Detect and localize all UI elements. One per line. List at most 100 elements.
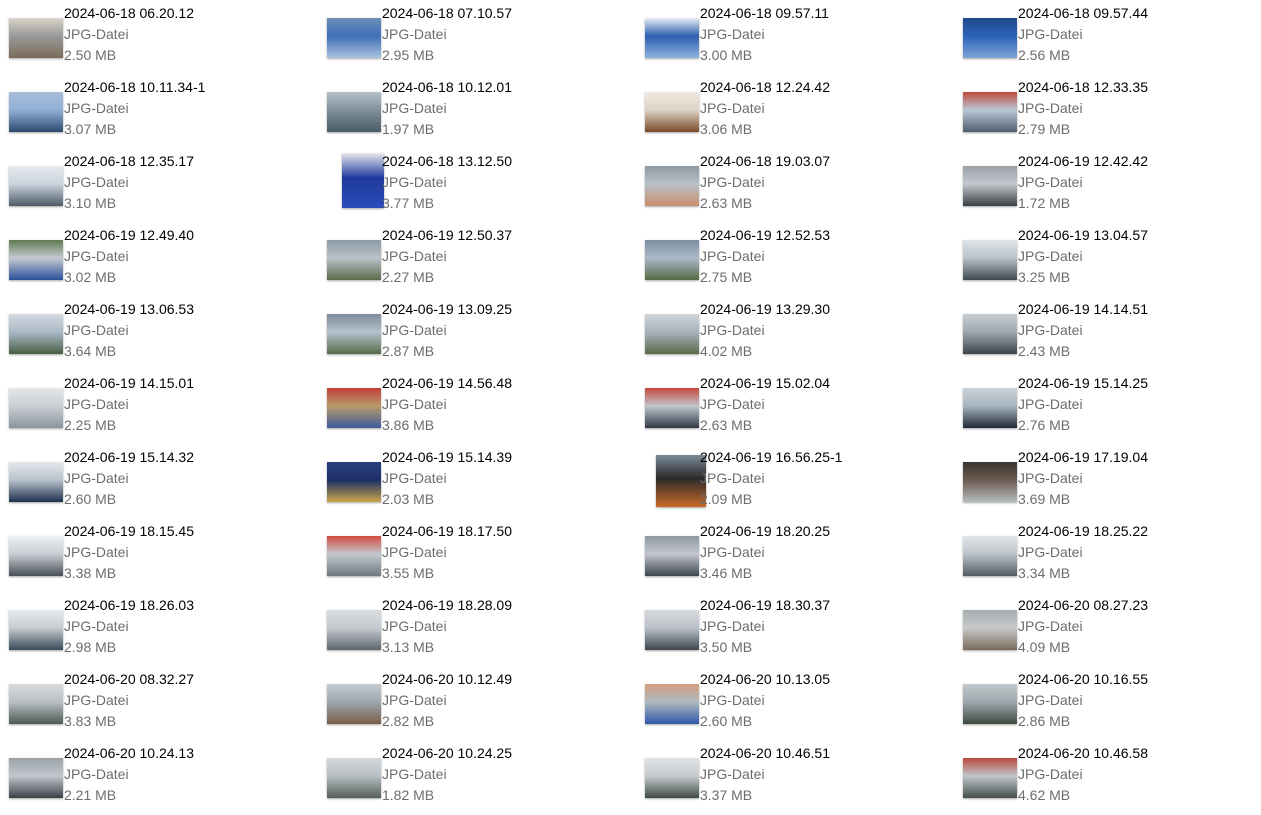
file-size: 4.09 MB bbox=[1018, 639, 1071, 655]
file-item[interactable]: 2024-06-19 18.25.22 JPG-Datei 3.34 MB bbox=[954, 523, 1254, 593]
file-item[interactable]: 2024-06-19 17.19.04 JPG-Datei 3.69 MB bbox=[954, 449, 1254, 519]
file-item[interactable]: 2024-06-19 12.50.37 JPG-Datei 2.27 MB bbox=[318, 227, 618, 297]
file-item[interactable]: 2024-06-19 18.28.09 JPG-Datei 3.13 MB bbox=[318, 597, 618, 667]
file-thumbnail bbox=[327, 388, 381, 428]
file-name: 2024-06-19 15.14.32 bbox=[64, 449, 194, 465]
file-item[interactable]: 2024-06-19 12.42.42 JPG-Datei 1.72 MB bbox=[954, 153, 1254, 223]
file-item[interactable]: 2024-06-19 15.14.39 JPG-Datei 2.03 MB bbox=[318, 449, 618, 519]
file-item[interactable]: 2024-06-19 14.56.48 JPG-Datei 3.86 MB bbox=[318, 375, 618, 445]
file-item[interactable]: 2024-06-18 07.10.57 JPG-Datei 2.95 MB bbox=[318, 5, 618, 75]
file-name: 2024-06-19 18.17.50 bbox=[382, 523, 512, 539]
file-type: JPG-Datei bbox=[700, 692, 765, 708]
file-type: JPG-Datei bbox=[1018, 26, 1083, 42]
file-thumbnail bbox=[327, 758, 381, 798]
file-size: 2.98 MB bbox=[64, 639, 117, 655]
file-item[interactable]: 2024-06-19 18.17.50 JPG-Datei 3.55 MB bbox=[318, 523, 618, 593]
file-item[interactable]: 2024-06-19 12.52.53 JPG-Datei 2.75 MB bbox=[636, 227, 936, 297]
file-name: 2024-06-18 10.12.01 bbox=[382, 79, 512, 95]
file-item[interactable]: 2024-06-18 12.35.17 JPG-Datei 3.10 MB bbox=[0, 153, 300, 223]
file-item[interactable]: 2024-06-19 13.06.53 JPG-Datei 3.64 MB bbox=[0, 301, 300, 371]
file-size: 2.60 MB bbox=[700, 713, 753, 729]
file-item[interactable]: 2024-06-18 09.57.44 JPG-Datei 2.56 MB bbox=[954, 5, 1254, 75]
file-meta: 2024-06-18 06.20.12 JPG-Datei 2.50 MB bbox=[64, 5, 194, 63]
file-type: JPG-Datei bbox=[700, 248, 765, 264]
file-item[interactable]: 2024-06-18 12.24.42 JPG-Datei 3.06 MB bbox=[636, 79, 936, 149]
file-item[interactable]: 2024-06-18 12.33.35 JPG-Datei 2.79 MB bbox=[954, 79, 1254, 149]
file-item[interactable]: 2024-06-20 10.16.55 JPG-Datei 2.86 MB bbox=[954, 671, 1254, 741]
file-type: JPG-Datei bbox=[1018, 322, 1083, 338]
file-type: JPG-Datei bbox=[382, 470, 447, 486]
file-item[interactable]: 2024-06-19 14.14.51 JPG-Datei 2.43 MB bbox=[954, 301, 1254, 371]
file-thumbnail bbox=[9, 166, 63, 206]
file-item[interactable]: 2024-06-18 09.57.11 JPG-Datei 3.00 MB bbox=[636, 5, 936, 75]
file-item[interactable]: 2024-06-19 13.04.57 JPG-Datei 3.25 MB bbox=[954, 227, 1254, 297]
file-type: JPG-Datei bbox=[382, 26, 447, 42]
file-name: 2024-06-20 10.46.58 bbox=[1018, 745, 1148, 761]
file-size: 4.02 MB bbox=[700, 343, 753, 359]
file-item[interactable]: 2024-06-19 15.14.32 JPG-Datei 2.60 MB bbox=[0, 449, 300, 519]
file-size: 3.00 MB bbox=[700, 47, 753, 63]
file-item[interactable]: 2024-06-19 18.30.37 JPG-Datei 3.50 MB bbox=[636, 597, 936, 667]
file-meta: 2024-06-20 08.32.27 JPG-Datei 3.83 MB bbox=[64, 671, 194, 729]
file-thumbnail bbox=[9, 314, 63, 354]
file-thumbnail bbox=[963, 240, 1017, 280]
file-item[interactable]: 2024-06-19 12.49.40 JPG-Datei 3.02 MB bbox=[0, 227, 300, 297]
file-type: JPG-Datei bbox=[64, 396, 129, 412]
file-item[interactable]: 2024-06-19 14.15.01 JPG-Datei 2.25 MB bbox=[0, 375, 300, 445]
file-item[interactable]: 2024-06-18 10.11.34-1 JPG-Datei 3.07 MB bbox=[0, 79, 300, 149]
file-item[interactable]: 2024-06-18 06.20.12 JPG-Datei 2.50 MB bbox=[0, 5, 300, 75]
file-size: 3.25 MB bbox=[1018, 269, 1071, 285]
file-item[interactable]: 2024-06-19 16.56.25-1 JPG-Datei 2.09 MB bbox=[636, 449, 936, 519]
file-item[interactable]: 2024-06-20 08.32.27 JPG-Datei 3.83 MB bbox=[0, 671, 300, 741]
file-size: 3.50 MB bbox=[700, 639, 753, 655]
file-item[interactable]: 2024-06-20 08.27.23 JPG-Datei 4.09 MB bbox=[954, 597, 1254, 667]
file-thumbnail bbox=[645, 758, 699, 798]
file-type: JPG-Datei bbox=[382, 692, 447, 708]
file-size: 3.46 MB bbox=[700, 565, 753, 581]
file-item[interactable]: 2024-06-20 10.24.25 JPG-Datei 1.82 MB bbox=[318, 745, 618, 815]
file-thumbnail bbox=[645, 536, 699, 576]
file-name: 2024-06-20 10.12.49 bbox=[382, 671, 512, 687]
file-item[interactable]: 2024-06-19 15.14.25 JPG-Datei 2.76 MB bbox=[954, 375, 1254, 445]
file-item[interactable]: 2024-06-19 15.02.04 JPG-Datei 2.63 MB bbox=[636, 375, 936, 445]
file-name: 2024-06-19 13.06.53 bbox=[64, 301, 194, 317]
file-item[interactable]: 2024-06-20 10.12.49 JPG-Datei 2.82 MB bbox=[318, 671, 618, 741]
file-item[interactable]: 2024-06-20 10.46.51 JPG-Datei 3.37 MB bbox=[636, 745, 936, 815]
file-item[interactable]: 2024-06-20 10.24.13 JPG-Datei 2.21 MB bbox=[0, 745, 300, 815]
file-name: 2024-06-19 18.20.25 bbox=[700, 523, 830, 539]
file-name: 2024-06-19 18.28.09 bbox=[382, 597, 512, 613]
file-type: JPG-Datei bbox=[382, 100, 447, 116]
file-size: 2.63 MB bbox=[700, 195, 753, 211]
file-meta: 2024-06-19 13.04.57 JPG-Datei 3.25 MB bbox=[1018, 227, 1148, 285]
file-size: 3.34 MB bbox=[1018, 565, 1071, 581]
file-meta: 2024-06-19 18.15.45 JPG-Datei 3.38 MB bbox=[64, 523, 194, 581]
file-thumbnail bbox=[963, 388, 1017, 428]
file-item[interactable]: 2024-06-19 18.26.03 JPG-Datei 2.98 MB bbox=[0, 597, 300, 667]
file-type: JPG-Datei bbox=[700, 544, 765, 560]
file-item[interactable]: 2024-06-18 13.12.50 JPG-Datei 3.77 MB bbox=[318, 153, 618, 223]
file-item[interactable]: 2024-06-19 18.15.45 JPG-Datei 3.38 MB bbox=[0, 523, 300, 593]
file-meta: 2024-06-18 12.24.42 JPG-Datei 3.06 MB bbox=[700, 79, 830, 137]
file-thumbnail bbox=[963, 684, 1017, 724]
file-type: JPG-Datei bbox=[64, 248, 129, 264]
file-type: JPG-Datei bbox=[382, 396, 447, 412]
file-type: JPG-Datei bbox=[382, 766, 447, 782]
file-item[interactable]: 2024-06-18 19.03.07 JPG-Datei 2.63 MB bbox=[636, 153, 936, 223]
file-item[interactable]: 2024-06-19 13.29.30 JPG-Datei 4.02 MB bbox=[636, 301, 936, 371]
file-name: 2024-06-19 18.26.03 bbox=[64, 597, 194, 613]
file-item[interactable]: 2024-06-20 10.46.58 JPG-Datei 4.62 MB bbox=[954, 745, 1254, 815]
file-meta: 2024-06-19 12.52.53 JPG-Datei 2.75 MB bbox=[700, 227, 830, 285]
file-grid: 2024-06-18 06.20.12 JPG-Datei 2.50 MB 2024-… bbox=[0, 0, 1261, 815]
file-size: 2.43 MB bbox=[1018, 343, 1071, 359]
file-item[interactable]: 2024-06-20 10.13.05 JPG-Datei 2.60 MB bbox=[636, 671, 936, 741]
file-meta: 2024-06-19 18.20.25 JPG-Datei 3.46 MB bbox=[700, 523, 830, 581]
file-name: 2024-06-18 12.24.42 bbox=[700, 79, 830, 95]
file-name: 2024-06-19 12.49.40 bbox=[64, 227, 194, 243]
file-size: 2.87 MB bbox=[382, 343, 435, 359]
file-meta: 2024-06-19 17.19.04 JPG-Datei 3.69 MB bbox=[1018, 449, 1148, 507]
file-item[interactable]: 2024-06-19 18.20.25 JPG-Datei 3.46 MB bbox=[636, 523, 936, 593]
file-thumbnail bbox=[327, 536, 381, 576]
file-type: JPG-Datei bbox=[64, 618, 129, 634]
file-item[interactable]: 2024-06-18 10.12.01 JPG-Datei 1.97 MB bbox=[318, 79, 618, 149]
file-item[interactable]: 2024-06-19 13.09.25 JPG-Datei 2.87 MB bbox=[318, 301, 618, 371]
